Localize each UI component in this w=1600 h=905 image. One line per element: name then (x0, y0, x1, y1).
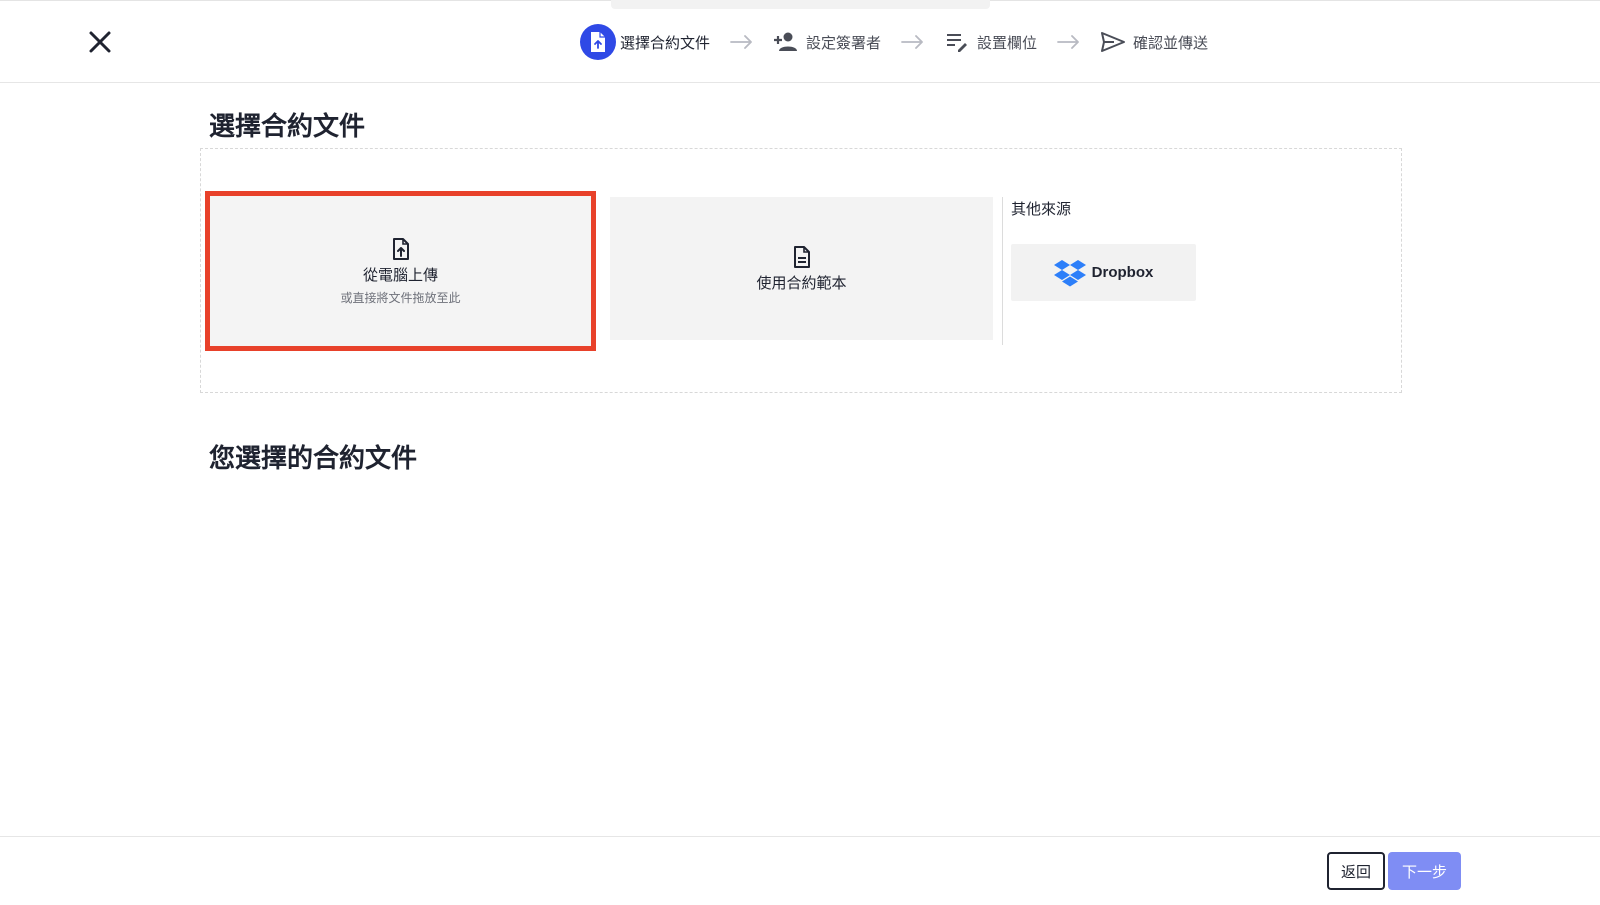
arrow-right-icon (1055, 30, 1083, 54)
step-label: 確認並傳送 (1133, 33, 1209, 52)
document-icon (793, 245, 810, 268)
divider (1002, 197, 1003, 345)
arrow-right-icon (899, 30, 927, 54)
use-template-button[interactable]: 使用合約範本 (610, 197, 993, 340)
person-add-icon (774, 32, 798, 51)
back-button[interactable]: 返回 (1327, 852, 1385, 890)
document-upload-icon (591, 32, 605, 52)
step-label: 設定簽署者 (806, 33, 882, 52)
step-set-fields[interactable]: 設置欄位 (943, 30, 1037, 54)
progress-steps: 選擇合約文件 設定簽署者 設置欄位 確認並傳送 (580, 24, 1208, 60)
selected-documents-title: 您選擇的合約文件 (209, 444, 418, 474)
dropbox-icon (1053, 259, 1086, 286)
step-label: 選擇合約文件 (620, 33, 711, 52)
step-active-indicator (580, 24, 616, 60)
step-label: 設置欄位 (977, 33, 1038, 52)
step-choose-document[interactable]: 選擇合約文件 (580, 24, 710, 60)
dropbox-button[interactable]: Dropbox (1011, 244, 1196, 301)
close-icon (89, 31, 111, 53)
upload-subtitle: 或直接將文件拖放至此 (340, 290, 461, 305)
top-tab-stub (611, 0, 990, 9)
upload-title: 從電腦上傳 (362, 265, 438, 284)
other-sources-label: 其他來源 (1011, 200, 1072, 218)
file-upload-icon (392, 237, 409, 260)
arrow-right-icon (728, 30, 756, 54)
next-button[interactable]: 下一步 (1388, 852, 1461, 890)
edit-fields-icon (947, 34, 968, 52)
send-icon (1101, 32, 1126, 52)
close-button[interactable] (84, 26, 116, 58)
step-set-signers[interactable]: 設定簽署者 (772, 30, 881, 54)
template-title: 使用合約範本 (756, 273, 847, 292)
top-bar: 選擇合約文件 設定簽署者 設置欄位 確認並傳送 (0, 0, 1600, 83)
upload-from-computer-button[interactable]: 從電腦上傳 或直接將文件拖放至此 (205, 191, 596, 351)
page-title: 選擇合約文件 (209, 112, 366, 142)
step-confirm-send[interactable]: 確認並傳送 (1099, 30, 1208, 54)
dropbox-label: Dropbox (1091, 264, 1154, 281)
